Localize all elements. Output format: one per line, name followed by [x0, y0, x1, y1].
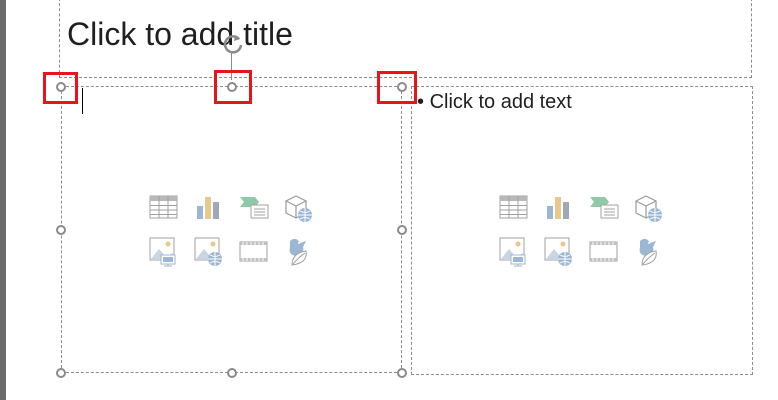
resize-handle-bottom-center[interactable] — [227, 368, 237, 378]
content-icons-right — [497, 192, 665, 268]
highlight-box-top-left — [43, 72, 78, 104]
insert-video-icon[interactable] — [237, 235, 270, 268]
insert-3d-model-icon[interactable] — [632, 192, 665, 225]
insert-chart-icon[interactable] — [192, 192, 225, 225]
insert-table-icon[interactable] — [497, 192, 530, 225]
online-pictures-icon[interactable] — [542, 235, 575, 268]
insert-video-icon[interactable] — [587, 235, 620, 268]
content-placeholder-right-text[interactable]: • Click to add text — [417, 90, 572, 114]
online-pictures-icon[interactable] — [192, 235, 225, 268]
resize-handle-bottom-left[interactable] — [56, 368, 66, 378]
window-left-edge — [0, 0, 6, 400]
insert-3d-model-icon[interactable] — [282, 192, 315, 225]
resize-handle-middle-right[interactable] — [397, 225, 407, 235]
resize-handle-bottom-right[interactable] — [397, 368, 407, 378]
insert-pictures-icon[interactable] — [497, 235, 530, 268]
insert-icons-icon[interactable] — [282, 235, 315, 268]
bullet-glyph: • — [417, 91, 425, 113]
insert-table-icon[interactable] — [147, 192, 180, 225]
placeholder-prompt: Click to add text — [429, 91, 572, 113]
highlight-box-top-right — [377, 71, 417, 104]
title-placeholder-text[interactable]: Click to add title — [67, 14, 293, 54]
content-icons-left — [147, 192, 315, 268]
insert-smartart-icon[interactable] — [587, 192, 620, 225]
insert-smartart-icon[interactable] — [237, 192, 270, 225]
text-cursor — [82, 88, 83, 114]
insert-chart-icon[interactable] — [542, 192, 575, 225]
resize-handle-middle-left[interactable] — [56, 225, 66, 235]
insert-pictures-icon[interactable] — [147, 235, 180, 268]
insert-icons-icon[interactable] — [632, 235, 665, 268]
highlight-box-top-center — [214, 70, 252, 104]
rotate-handle-icon[interactable] — [220, 30, 246, 56]
